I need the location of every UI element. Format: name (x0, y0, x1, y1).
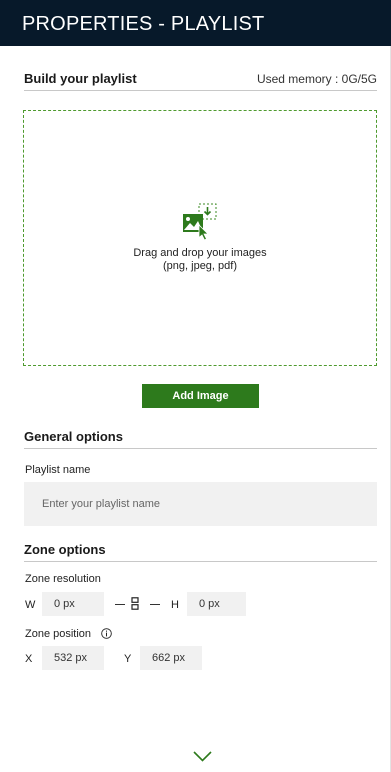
info-icon[interactable] (101, 628, 112, 639)
playlist-name-label: Playlist name (25, 464, 91, 476)
zone-x-input[interactable] (42, 646, 104, 670)
image-dropzone[interactable]: Drag and drop your images (png, jpeg, pd… (23, 110, 377, 366)
dropzone-instructions: Drag and drop your images (png, jpeg, pd… (24, 247, 376, 273)
x-label: X (25, 653, 33, 665)
playlist-name-input[interactable] (24, 482, 377, 526)
general-section-title: General options (24, 429, 123, 444)
general-section-header: General options (24, 429, 377, 449)
zone-height-input[interactable] (187, 592, 246, 616)
properties-panel: PROPERTIES - PLAYLIST Build your playlis… (0, 0, 391, 772)
build-section-header: Build your playlist Used memory : 0G/5G (24, 71, 377, 91)
zone-y-input[interactable] (140, 646, 202, 670)
chevron-down-icon[interactable] (193, 751, 212, 762)
zone-width-input[interactable] (42, 592, 104, 616)
zone-section-title: Zone options (24, 542, 106, 557)
image-upload-icon (183, 203, 217, 241)
y-label: Y (124, 653, 132, 665)
panel-header: PROPERTIES - PLAYLIST (0, 0, 391, 46)
dropzone-text-line2: (png, jpeg, pdf) (163, 260, 237, 272)
add-image-button[interactable]: Add Image (142, 384, 259, 408)
height-label: H (171, 599, 179, 611)
zone-resolution-label: Zone resolution (25, 573, 101, 585)
link-dash-right (150, 604, 160, 605)
dropzone-text-line1: Drag and drop your images (133, 247, 267, 259)
link-dash-left (115, 604, 125, 605)
zone-position-label: Zone position (25, 628, 92, 640)
width-label: W (25, 599, 36, 611)
panel-title: PROPERTIES - PLAYLIST (22, 13, 265, 35)
zone-section-header: Zone options (24, 542, 377, 562)
aspect-link-icon[interactable] (131, 597, 139, 610)
used-memory-label: Used memory : 0G/5G (256, 72, 377, 86)
